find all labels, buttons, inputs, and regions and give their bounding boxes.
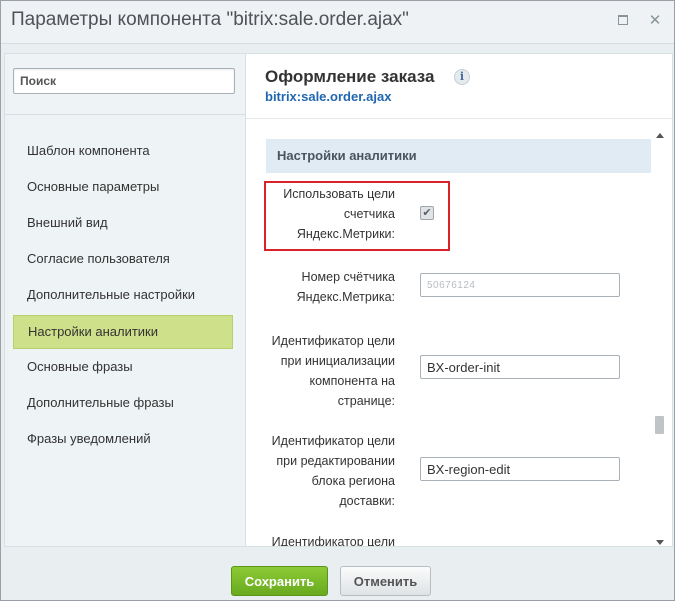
init-goal-input[interactable]	[420, 355, 620, 379]
scroll-down-arrow-icon[interactable]	[656, 540, 664, 545]
label-line: при редактировании	[276, 454, 395, 468]
use-goals-checkbox[interactable]: ✔	[420, 206, 434, 220]
sidebar-item-template[interactable]: Шаблон компонента	[13, 134, 233, 170]
label-line: доставки:	[339, 494, 395, 508]
scroll-up-arrow-icon[interactable]	[656, 133, 664, 138]
region-goal-input[interactable]	[420, 457, 620, 481]
search-input[interactable]	[13, 68, 235, 94]
counter-number-input[interactable]	[420, 273, 620, 297]
row-label-use-goals: Использовать цели счетчика Яндекс.Метрик…	[283, 184, 395, 244]
label-line: Яндекс.Метрика:	[296, 290, 395, 304]
sidebar-item-user-consent[interactable]: Согласие пользователя	[13, 242, 233, 278]
info-icon[interactable]: i	[454, 69, 470, 85]
label-line: Идентификатор цели	[271, 334, 395, 348]
vertical-scrollbar[interactable]	[654, 133, 666, 545]
row-label-counter-number: Номер счётчика Яндекс.Метрика:	[297, 267, 395, 307]
label-line: компонента на	[309, 374, 396, 388]
label-line: странице:	[337, 394, 395, 408]
sidebar-item-additional-phrases[interactable]: Дополнительные фразы	[13, 386, 233, 422]
sidebar-item-notification-phrases[interactable]: Фразы уведомлений	[13, 422, 233, 458]
sidebar-item-main-params[interactable]: Основные параметры	[13, 170, 233, 206]
label-line: Яндекс.Метрики:	[296, 227, 395, 241]
settings-panel: Оформление заказа i bitrix:sale.order.aj…	[245, 53, 673, 547]
maximize-icon[interactable]	[615, 13, 631, 29]
label-line: счетчика	[343, 207, 395, 221]
component-params-dialog: Параметры компонента "bitrix:sale.order.…	[0, 0, 675, 601]
label-line: блока региона	[311, 474, 395, 488]
label-line: при инициализации	[280, 354, 395, 368]
row-label-region-goal: Идентификатор цели при редактировании бл…	[272, 431, 395, 511]
sidebar-item-analytics[interactable]: Настройки аналитики	[13, 315, 233, 349]
cancel-button[interactable]: Отменить	[340, 566, 431, 596]
component-code: bitrix:sale.order.ajax	[265, 89, 392, 104]
dialog-titlebar[interactable]: Параметры компонента "bitrix:sale.order.…	[1, 1, 674, 44]
group-header: Настройки аналитики	[266, 139, 651, 173]
scroll-thumb[interactable]	[655, 416, 664, 434]
label-line: Номер счётчика	[301, 270, 395, 284]
page-title: Оформление заказа	[265, 67, 435, 86]
sidebar-nav: Шаблон компонента Основные параметры Вне…	[13, 134, 233, 458]
sidebar-item-main-phrases[interactable]: Основные фразы	[13, 350, 233, 386]
label-line: Использовать цели	[283, 187, 395, 201]
save-button[interactable]: Сохранить	[231, 566, 328, 596]
settings-scroll-area: Настройки аналитики Использовать цели сч…	[246, 129, 672, 546]
sidebar: Шаблон компонента Основные параметры Вне…	[4, 53, 246, 547]
dialog-title: Параметры компонента "bitrix:sale.order.…	[11, 9, 409, 30]
sidebar-item-appearance[interactable]: Внешний вид	[13, 206, 233, 242]
close-icon[interactable]: ✕	[647, 13, 663, 29]
header-divider	[246, 118, 672, 119]
dialog-footer: Сохранить Отменить	[1, 550, 674, 600]
label-line: Идентификатор цели	[271, 535, 395, 546]
row-label-next-goal: Идентификатор цели	[272, 532, 395, 546]
sidebar-divider	[5, 114, 245, 115]
label-line: Идентификатор цели	[271, 434, 395, 448]
sidebar-item-additional-settings[interactable]: Дополнительные настройки	[13, 278, 233, 314]
row-label-init-goal: Идентификатор цели при инициализации ком…	[272, 331, 395, 411]
